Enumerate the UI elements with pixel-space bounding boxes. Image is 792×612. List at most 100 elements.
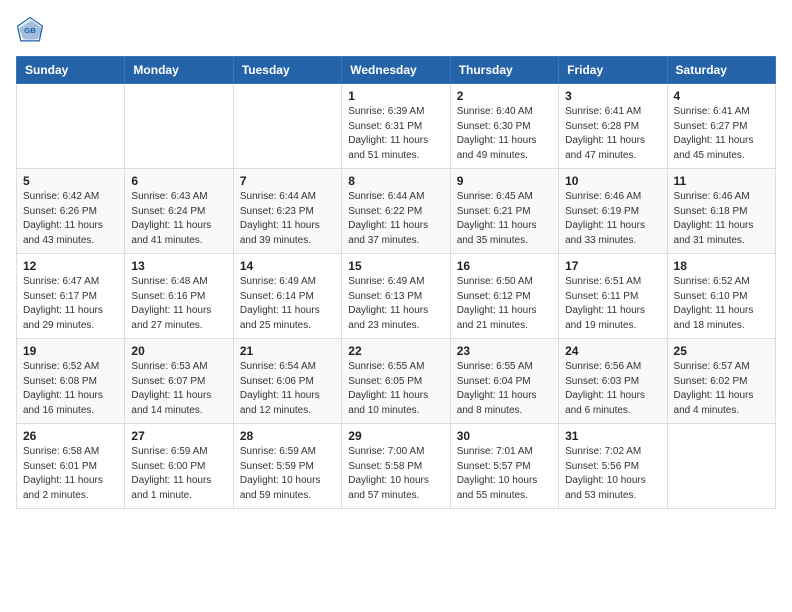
day-info: Sunrise: 6:52 AMSunset: 6:10 PMDaylight:… — [674, 275, 769, 333]
logo: GB — [16, 16, 48, 44]
calendar-cell: 10 Sunrise: 6:46 AMSunset: 6:19 PMDayligh… — [559, 169, 667, 254]
calendar-cell: 6Sunrise: 6:43 AMSunset: 6:24 PMDaylight… — [125, 169, 233, 254]
day-number: 27 — [131, 429, 226, 443]
page-header: GB — [16, 16, 776, 44]
day-number: 18 — [674, 259, 769, 273]
day-header-wednesday: Wednesday — [342, 57, 450, 84]
day-number: 13 — [131, 259, 226, 273]
calendar-cell: 9 Sunrise: 6:45 AMSunset: 6:21 PMDaylight… — [450, 169, 558, 254]
calendar-table: SundayMondayTuesdayWednesdayThursdayFrid… — [16, 56, 776, 509]
day-info: Sunrise: 6:40 AMSunset: 6:30 PMDaylight:… — [457, 105, 552, 163]
day-info: Sunrise: 6:45 AMSunset: 6:21 PMDaylight:… — [457, 190, 552, 248]
calendar-cell: 1Sunrise: 6:39 AMSunset: 6:31 PMDaylight… — [342, 84, 450, 169]
calendar-cell: 16 Sunrise: 6:50 AMSunset: 6:12 PMDayligh… — [450, 254, 558, 339]
calendar-cell — [667, 424, 775, 509]
day-header-friday: Friday — [559, 57, 667, 84]
calendar-cell: 21 Sunrise: 6:54 AMSunset: 6:06 PMDayligh… — [233, 339, 341, 424]
day-info: Sunrise: 6:49 AMSunset: 6:13 PMDaylight:… — [348, 275, 443, 333]
day-info: Sunrise: 6:44 AMSunset: 6:22 PMDaylight:… — [348, 190, 443, 248]
calendar-cell: 4 Sunrise: 6:41 AMSunset: 6:27 PMDaylight… — [667, 84, 775, 169]
calendar-cell: 3Sunrise: 6:41 AMSunset: 6:28 PMDaylight… — [559, 84, 667, 169]
calendar-week-3: 12 Sunrise: 6:47 AMSunset: 6:17 PMDayligh… — [17, 254, 776, 339]
calendar-cell — [17, 84, 125, 169]
day-info: Sunrise: 7:00 AMSunset: 5:58 PMDaylight:… — [348, 445, 443, 503]
calendar-cell: 5 Sunrise: 6:42 AMSunset: 6:26 PMDaylight… — [17, 169, 125, 254]
calendar-cell: 27 Sunrise: 6:59 AMSunset: 6:00 PMDayligh… — [125, 424, 233, 509]
day-info: Sunrise: 6:55 AMSunset: 6:04 PMDaylight:… — [457, 360, 552, 418]
svg-text:GB: GB — [24, 26, 36, 35]
day-info: Sunrise: 7:01 AMSunset: 5:57 PMDaylight:… — [457, 445, 552, 503]
day-info: Sunrise: 6:44 AMSunset: 6:23 PMDaylight:… — [240, 190, 335, 248]
day-info: Sunrise: 6:39 AMSunset: 6:31 PMDaylight:… — [348, 105, 443, 163]
day-info: Sunrise: 6:52 AMSunset: 6:08 PMDaylight:… — [23, 360, 118, 418]
calendar-cell: 19Sunrise: 6:52 AMSunset: 6:08 PMDayligh… — [17, 339, 125, 424]
calendar-cell: 26 Sunrise: 6:58 AMSunset: 6:01 PMDayligh… — [17, 424, 125, 509]
calendar-cell: 14 Sunrise: 6:49 AMSunset: 6:14 PMDayligh… — [233, 254, 341, 339]
day-header-sunday: Sunday — [17, 57, 125, 84]
day-info: Sunrise: 6:47 AMSunset: 6:17 PMDaylight:… — [23, 275, 118, 333]
day-number: 8 — [348, 174, 443, 188]
calendar-cell: 17 Sunrise: 6:51 AMSunset: 6:11 PMDayligh… — [559, 254, 667, 339]
day-info: Sunrise: 6:55 AMSunset: 6:05 PMDaylight:… — [348, 360, 443, 418]
calendar-week-4: 19Sunrise: 6:52 AMSunset: 6:08 PMDayligh… — [17, 339, 776, 424]
day-header-saturday: Saturday — [667, 57, 775, 84]
day-number: 15 — [348, 259, 443, 273]
day-info: Sunrise: 6:48 AMSunset: 6:16 PMDaylight:… — [131, 275, 226, 333]
calendar-cell: 12 Sunrise: 6:47 AMSunset: 6:17 PMDayligh… — [17, 254, 125, 339]
calendar-cell: 22Sunrise: 6:55 AMSunset: 6:05 PMDayligh… — [342, 339, 450, 424]
day-info: Sunrise: 6:59 AMSunset: 6:00 PMDaylight:… — [131, 445, 226, 503]
calendar-header-row: SundayMondayTuesdayWednesdayThursdayFrid… — [17, 57, 776, 84]
calendar-cell: 11Sunrise: 6:46 AMSunset: 6:18 PMDayligh… — [667, 169, 775, 254]
day-info: Sunrise: 6:59 AMSunset: 5:59 PMDaylight:… — [240, 445, 335, 503]
calendar-cell: 7 Sunrise: 6:44 AMSunset: 6:23 PMDaylight… — [233, 169, 341, 254]
day-info: Sunrise: 6:54 AMSunset: 6:06 PMDaylight:… — [240, 360, 335, 418]
day-info: Sunrise: 7:02 AMSunset: 5:56 PMDaylight:… — [565, 445, 660, 503]
day-number: 21 — [240, 344, 335, 358]
calendar-cell: 13 Sunrise: 6:48 AMSunset: 6:16 PMDayligh… — [125, 254, 233, 339]
day-number: 9 — [457, 174, 552, 188]
day-number: 7 — [240, 174, 335, 188]
day-number: 14 — [240, 259, 335, 273]
day-number: 4 — [674, 89, 769, 103]
calendar-cell: 18 Sunrise: 6:52 AMSunset: 6:10 PMDayligh… — [667, 254, 775, 339]
calendar-cell — [233, 84, 341, 169]
day-info: Sunrise: 6:50 AMSunset: 6:12 PMDaylight:… — [457, 275, 552, 333]
day-number: 17 — [565, 259, 660, 273]
day-number: 20 — [131, 344, 226, 358]
day-number: 28 — [240, 429, 335, 443]
day-info: Sunrise: 6:49 AMSunset: 6:14 PMDaylight:… — [240, 275, 335, 333]
day-number: 26 — [23, 429, 118, 443]
day-number: 24 — [565, 344, 660, 358]
calendar-week-2: 5 Sunrise: 6:42 AMSunset: 6:26 PMDaylight… — [17, 169, 776, 254]
day-number: 5 — [23, 174, 118, 188]
day-info: Sunrise: 6:51 AMSunset: 6:11 PMDaylight:… — [565, 275, 660, 333]
day-number: 10 — [565, 174, 660, 188]
calendar-week-5: 26 Sunrise: 6:58 AMSunset: 6:01 PMDayligh… — [17, 424, 776, 509]
calendar-cell: 20 Sunrise: 6:53 AMSunset: 6:07 PMDayligh… — [125, 339, 233, 424]
calendar-cell — [125, 84, 233, 169]
calendar-week-1: 1Sunrise: 6:39 AMSunset: 6:31 PMDaylight… — [17, 84, 776, 169]
day-info: Sunrise: 6:58 AMSunset: 6:01 PMDaylight:… — [23, 445, 118, 503]
calendar-cell: 29 Sunrise: 7:00 AMSunset: 5:58 PMDayligh… — [342, 424, 450, 509]
day-info: Sunrise: 6:42 AMSunset: 6:26 PMDaylight:… — [23, 190, 118, 248]
day-info: Sunrise: 6:41 AMSunset: 6:27 PMDaylight:… — [674, 105, 769, 163]
day-header-tuesday: Tuesday — [233, 57, 341, 84]
day-number: 3 — [565, 89, 660, 103]
day-number: 2 — [457, 89, 552, 103]
calendar-cell: 28 Sunrise: 6:59 AMSunset: 5:59 PMDayligh… — [233, 424, 341, 509]
day-info: Sunrise: 6:56 AMSunset: 6:03 PMDaylight:… — [565, 360, 660, 418]
day-info: Sunrise: 6:53 AMSunset: 6:07 PMDaylight:… — [131, 360, 226, 418]
day-number: 12 — [23, 259, 118, 273]
day-header-monday: Monday — [125, 57, 233, 84]
calendar-cell: 24 Sunrise: 6:56 AMSunset: 6:03 PMDayligh… — [559, 339, 667, 424]
day-number: 29 — [348, 429, 443, 443]
calendar-cell: 25Sunrise: 6:57 AMSunset: 6:02 PMDayligh… — [667, 339, 775, 424]
calendar-cell: 31Sunrise: 7:02 AMSunset: 5:56 PMDayligh… — [559, 424, 667, 509]
calendar-cell: 2 Sunrise: 6:40 AMSunset: 6:30 PMDaylight… — [450, 84, 558, 169]
day-info: Sunrise: 6:46 AMSunset: 6:19 PMDaylight:… — [565, 190, 660, 248]
day-header-thursday: Thursday — [450, 57, 558, 84]
day-number: 16 — [457, 259, 552, 273]
day-number: 6 — [131, 174, 226, 188]
calendar-cell: 23Sunrise: 6:55 AMSunset: 6:04 PMDayligh… — [450, 339, 558, 424]
day-info: Sunrise: 6:46 AMSunset: 6:18 PMDaylight:… — [674, 190, 769, 248]
